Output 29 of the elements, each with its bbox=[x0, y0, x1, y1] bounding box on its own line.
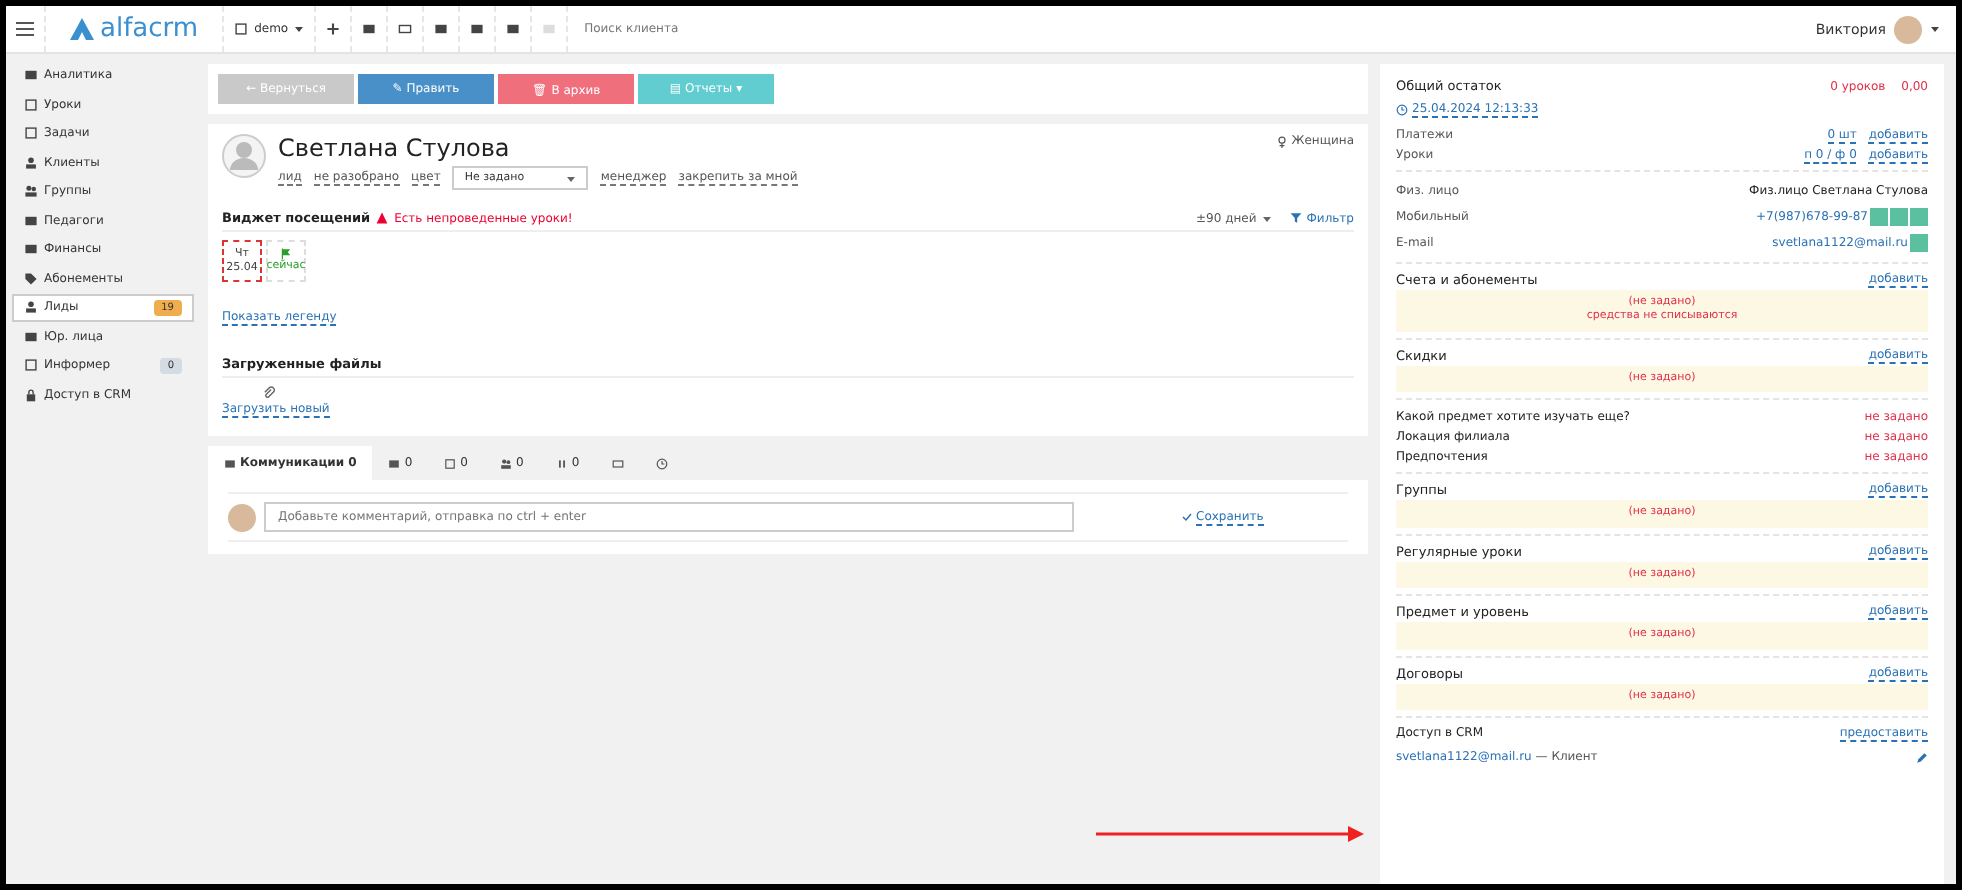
mail-icon bbox=[611, 457, 624, 469]
caret-icon bbox=[1262, 213, 1273, 223]
client-name: Светлана Стулова bbox=[278, 134, 512, 162]
user-icon bbox=[24, 300, 38, 315]
logo-icon bbox=[70, 18, 94, 40]
lock-icon bbox=[24, 387, 38, 402]
users-icon bbox=[24, 184, 38, 199]
pause-icon bbox=[555, 457, 568, 469]
filter-icon bbox=[1290, 212, 1303, 224]
warning-icon bbox=[376, 212, 389, 224]
mail-icon[interactable] bbox=[398, 22, 413, 36]
pencil-icon[interactable] bbox=[1916, 751, 1928, 764]
flag-icon bbox=[280, 248, 292, 261]
user-icon bbox=[24, 155, 38, 170]
female-icon bbox=[1275, 135, 1288, 147]
logo-text: alfacrm bbox=[100, 14, 199, 44]
menu-icon[interactable] bbox=[16, 22, 34, 36]
plus-icon[interactable] bbox=[326, 22, 341, 36]
user-avatar bbox=[228, 503, 256, 531]
tag-icon bbox=[24, 271, 38, 286]
paperclip-icon bbox=[262, 386, 276, 400]
caret-icon[interactable] bbox=[1930, 24, 1940, 34]
clock-icon bbox=[1396, 104, 1408, 116]
check-icon bbox=[1182, 512, 1192, 522]
users-icon bbox=[500, 457, 512, 469]
avatar-placeholder-icon bbox=[222, 134, 266, 178]
caret-icon bbox=[294, 24, 305, 34]
caret-icon bbox=[566, 173, 577, 183]
history-icon bbox=[655, 457, 668, 469]
